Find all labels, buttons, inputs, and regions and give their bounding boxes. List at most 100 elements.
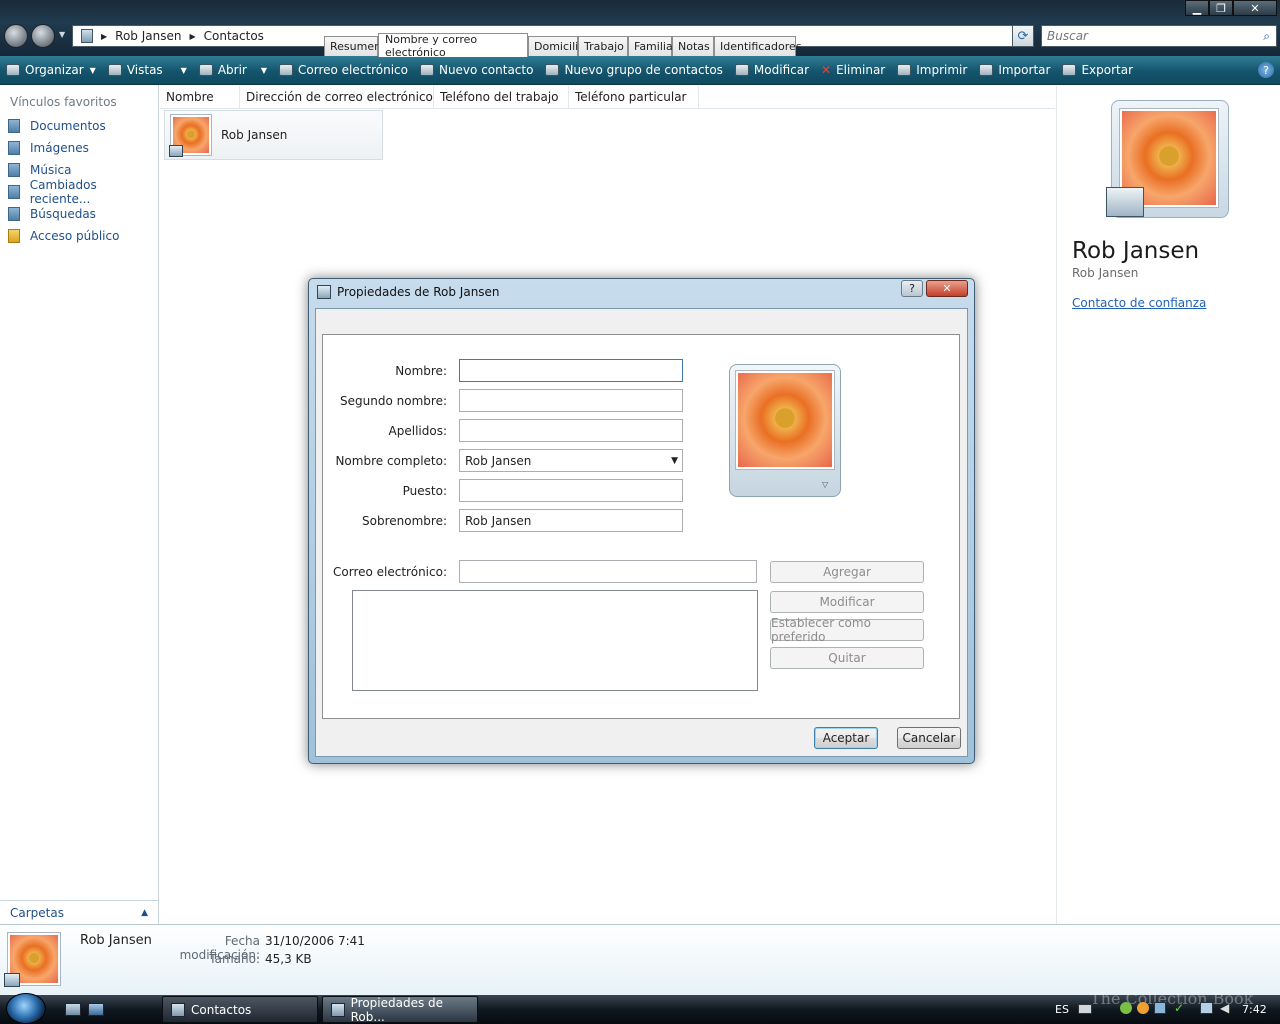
minimize-button[interactable]: ▁ <box>1185 0 1209 16</box>
first-name-input[interactable] <box>459 359 683 382</box>
keyboard-icon[interactable] <box>1078 1004 1092 1014</box>
new-group-button[interactable]: Nuevo grupo de contactos <box>539 58 728 82</box>
set-preferred-button[interactable]: Establecer como preferido <box>770 616 924 644</box>
open-icon <box>198 64 213 76</box>
sidebar-item-pictures[interactable]: Imágenes <box>0 137 158 159</box>
start-button[interactable] <box>6 993 46 1024</box>
last-name-input[interactable] <box>459 419 683 442</box>
edit-label: Modificar <box>753 63 810 77</box>
print-icon <box>897 64 912 76</box>
breadcrumb-chevron-icon[interactable]: ▶ <box>189 32 195 41</box>
task-contacts[interactable]: Contactos <box>162 996 318 1023</box>
views-button[interactable]: Vistas ▼ <box>102 58 193 82</box>
search-placeholder: Buscar <box>1047 29 1088 43</box>
search-input[interactable]: Buscar ⌕ <box>1041 25 1277 47</box>
switch-windows-icon[interactable] <box>88 1003 104 1016</box>
clock[interactable]: 7:42 <box>1242 1003 1267 1016</box>
language-indicator[interactable]: ES <box>1055 1003 1069 1016</box>
task-label: Propiedades de Rob... <box>350 995 444 1024</box>
tab-work[interactable]: Trabajo <box>578 36 628 56</box>
back-button[interactable] <box>4 24 28 48</box>
contact-tile[interactable]: Rob Jansen <box>164 110 383 160</box>
email-input[interactable] <box>459 560 757 583</box>
export-button[interactable]: Exportar <box>1056 58 1139 82</box>
edit-button[interactable]: Modificar <box>729 58 815 82</box>
delete-button[interactable]: ✕ Eliminar <box>815 58 891 82</box>
recent-pages-icon[interactable]: ▼ <box>59 30 65 39</box>
preview-subname: Rob Jansen <box>1072 266 1139 280</box>
email-icon <box>279 64 294 76</box>
chevron-up-icon: ▲ <box>141 907 148 918</box>
close-button[interactable]: ✕ <box>1233 0 1277 16</box>
nickname-input[interactable]: Rob Jansen <box>459 509 683 532</box>
tab-notes[interactable]: Notas <box>672 36 714 56</box>
chevron-down-icon: ▼ <box>260 65 268 75</box>
dialog-photo <box>736 371 834 469</box>
security-check-icon[interactable]: ✓ <box>1174 1001 1184 1015</box>
contacts-folder-icon <box>171 1002 185 1017</box>
open-label: Abrir <box>217 63 247 77</box>
tab-summary[interactable]: Resumen <box>324 36 381 56</box>
size-value: 45,3 KB <box>265 952 312 966</box>
favorites-heading: Vínculos favoritos <box>10 95 117 109</box>
open-button[interactable]: Abrir ▼ <box>193 58 273 82</box>
organize-button[interactable]: Organizar ▼ <box>0 58 102 82</box>
contact-name: Rob Jansen <box>221 128 288 142</box>
column-name[interactable]: Nombre <box>160 86 240 108</box>
chevron-down-icon: ▼ <box>180 65 187 75</box>
add-email-button[interactable]: Agregar <box>770 561 924 583</box>
volume-icon[interactable]: ◀ <box>1220 1001 1229 1015</box>
media-icon[interactable] <box>1137 1002 1149 1014</box>
column-home-phone[interactable]: Teléfono particular <box>569 86 699 108</box>
sidebar-item-recent[interactable]: Cambiados reciente... <box>0 178 158 206</box>
command-toolbar: Organizar ▼ Vistas ▼ Abrir ▼ Correo electró… <box>0 56 1280 85</box>
messenger-icon[interactable] <box>1120 1002 1132 1014</box>
print-button[interactable]: Imprimir <box>891 58 973 82</box>
new-contact-button[interactable]: Nuevo contacto <box>414 58 539 82</box>
contact-photo <box>169 115 211 157</box>
tab-family[interactable]: Familia <box>628 36 673 56</box>
maximize-button[interactable]: ❐ <box>1209 0 1233 16</box>
help-icon[interactable]: ? <box>1258 62 1274 78</box>
refresh-icon[interactable]: ⟳ <box>1012 25 1034 47</box>
column-work-phone[interactable]: Teléfono del trabajo <box>434 86 569 108</box>
sidebar-item-documents[interactable]: Documentos <box>0 115 158 137</box>
network-icon[interactable] <box>1154 1002 1166 1014</box>
column-email[interactable]: Dirección de correo electrónico <box>240 86 434 108</box>
sidebar-item-public[interactable]: Acceso público <box>0 225 158 247</box>
job-title-label: Puesto: <box>402 484 447 498</box>
sidebar-item-searches[interactable]: Búsquedas <box>0 203 158 225</box>
full-name-select[interactable]: Rob Jansen ▼ <box>459 449 683 472</box>
middle-name-input[interactable] <box>459 389 683 412</box>
breadcrumb-chevron-icon[interactable]: ▶ <box>101 32 107 41</box>
job-title-input[interactable] <box>459 479 683 502</box>
export-label: Exportar <box>1081 63 1134 77</box>
tab-name-email[interactable]: Nombre y correo electrónico <box>378 33 528 59</box>
forward-button[interactable] <box>31 24 55 48</box>
cancel-button[interactable]: Cancelar <box>897 727 961 749</box>
import-button[interactable]: Importar <box>973 58 1056 82</box>
breadcrumb-item[interactable]: Rob Jansen <box>115 29 181 43</box>
dialog-help-button[interactable]: ? <box>901 280 923 297</box>
folders-toggle[interactable]: Carpetas ▲ <box>0 900 158 924</box>
network-status-icon[interactable] <box>1200 1002 1213 1014</box>
email-list[interactable] <box>352 590 758 691</box>
middle-name-label: Segundo nombre: <box>340 394 447 408</box>
tab-home[interactable]: Domicilio <box>528 36 585 56</box>
modify-email-button[interactable]: Modificar <box>770 591 924 613</box>
chevron-down-icon: ▼ <box>89 65 96 75</box>
tab-ids[interactable]: Identificadores <box>714 36 802 56</box>
contact-photo-picker[interactable]: ▽ <box>729 364 841 497</box>
remove-email-button[interactable]: Quitar <box>770 647 924 669</box>
show-desktop-icon[interactable] <box>65 1003 81 1016</box>
ok-button[interactable]: Aceptar <box>814 727 878 749</box>
email-button[interactable]: Correo electrónico <box>273 58 414 82</box>
search-icon[interactable]: ⌕ <box>1263 29 1270 44</box>
breadcrumb-item[interactable]: Contactos <box>204 29 264 43</box>
modified-value: 31/10/2006 7:41 <box>265 934 365 948</box>
contact-badge-icon <box>4 973 20 987</box>
contact-badge-icon <box>1106 187 1144 217</box>
dialog-close-button[interactable]: ✕ <box>926 280 968 297</box>
task-properties[interactable]: Propiedades de Rob... <box>322 995 478 1024</box>
trusted-contact-link[interactable]: Contacto de confianza <box>1072 296 1206 310</box>
